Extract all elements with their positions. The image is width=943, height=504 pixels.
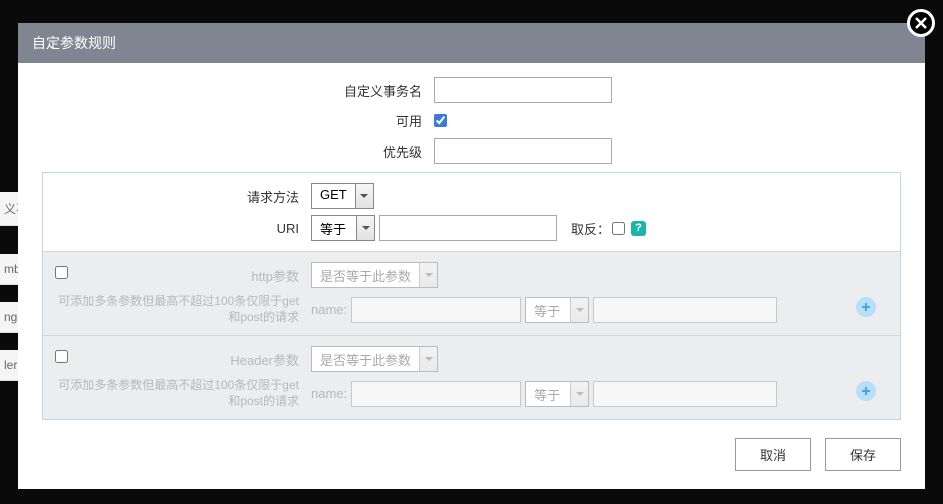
http-name-input[interactable] xyxy=(351,297,521,323)
http-params-section: http参数 是否等于此参数 可添加多条参数但最高不超过100条仅限于get和p… xyxy=(43,251,900,335)
method-select[interactable]: GET xyxy=(311,183,374,209)
header-operator-select[interactable]: 等于 xyxy=(525,381,589,407)
negate-label: 取反： xyxy=(571,219,610,238)
header-name-label: name: xyxy=(311,386,347,401)
header-params-label: Header参数 xyxy=(55,350,311,369)
header-params-condition-value: 是否等于此参数 xyxy=(312,347,419,371)
http-params-condition-value: 是否等于此参数 xyxy=(312,263,419,287)
uri-operator-value: 等于 xyxy=(312,216,356,240)
rules-container: 请求方法 GET URI 等于 xyxy=(42,172,901,420)
plus-icon xyxy=(861,302,871,312)
chevron-down-icon xyxy=(356,216,374,240)
uri-label: URI xyxy=(55,221,311,236)
dialog-body: 自定义事务名 可用 优先级 请求方法 GET xyxy=(18,63,925,489)
http-params-label: http参数 xyxy=(55,266,311,285)
chevron-down-icon xyxy=(570,382,588,406)
chevron-down-icon xyxy=(419,263,437,287)
cancel-button[interactable]: 取消 xyxy=(735,438,811,471)
chevron-down-icon xyxy=(570,298,588,322)
header-name-input[interactable] xyxy=(351,381,521,407)
http-params-hint: 可添加多条参数但最高不超过100条仅限于get和post的请求 xyxy=(55,294,311,325)
priority-label: 优先级 xyxy=(42,142,434,161)
close-icon xyxy=(914,16,928,30)
custom-param-rule-dialog: 自定参数规则 自定义事务名 可用 优先级 请求方法 GET xyxy=(18,23,925,489)
save-button[interactable]: 保存 xyxy=(825,438,901,471)
add-http-param-button[interactable] xyxy=(856,297,876,317)
header-value-input[interactable] xyxy=(593,381,777,407)
http-params-condition-select[interactable]: 是否等于此参数 xyxy=(311,262,438,288)
header-operator-value: 等于 xyxy=(526,382,570,406)
http-name-label: name: xyxy=(311,302,347,317)
dialog-title: 自定参数规则 xyxy=(18,23,925,63)
negate-checkbox[interactable] xyxy=(612,222,625,235)
http-operator-select[interactable]: 等于 xyxy=(525,297,589,323)
transaction-name-label: 自定义事务名 xyxy=(42,81,434,100)
chevron-down-icon xyxy=(355,184,373,208)
close-button[interactable] xyxy=(907,9,935,37)
help-icon[interactable]: ? xyxy=(631,221,646,236)
priority-input[interactable] xyxy=(434,138,612,164)
header-params-enable-checkbox[interactable] xyxy=(55,350,68,363)
chevron-down-icon xyxy=(419,347,437,371)
uri-input[interactable] xyxy=(379,215,557,241)
method-label: 请求方法 xyxy=(55,187,311,206)
plus-icon xyxy=(861,386,871,396)
method-uri-section: 请求方法 GET URI 等于 xyxy=(43,173,900,251)
header-params-section: Header参数 是否等于此参数 可添加多条参数但最高不超过100条仅限于get… xyxy=(43,335,900,419)
http-params-enable-checkbox[interactable] xyxy=(55,266,68,279)
dialog-footer: 取消 保存 xyxy=(42,438,901,471)
uri-operator-select[interactable]: 等于 xyxy=(311,215,375,241)
header-params-condition-select[interactable]: 是否等于此参数 xyxy=(311,346,438,372)
add-header-param-button[interactable] xyxy=(856,381,876,401)
method-select-value: GET xyxy=(312,184,355,208)
enabled-label: 可用 xyxy=(42,111,434,130)
enabled-checkbox[interactable] xyxy=(434,114,447,127)
transaction-name-input[interactable] xyxy=(434,77,612,103)
header-params-hint: 可添加多条参数但最高不超过100条仅限于get和post的请求 xyxy=(55,378,311,409)
http-operator-value: 等于 xyxy=(526,298,570,322)
http-value-input[interactable] xyxy=(593,297,777,323)
